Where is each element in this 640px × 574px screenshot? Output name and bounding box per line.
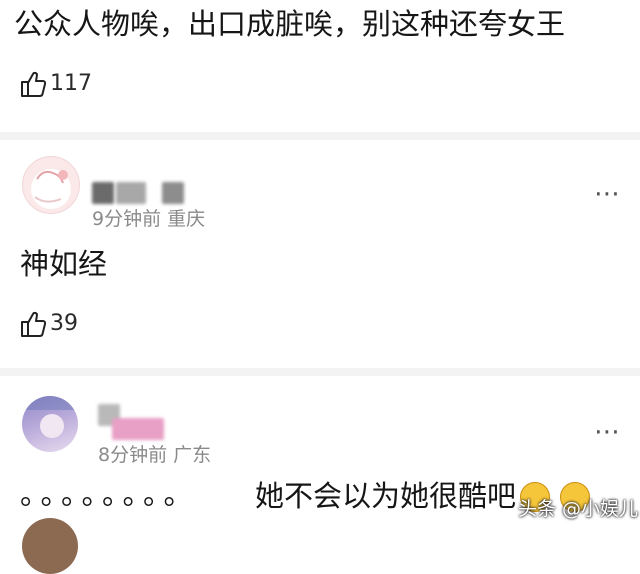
avatar[interactable] xyxy=(22,518,78,574)
username-redacted xyxy=(162,182,184,204)
more-options-icon[interactable]: ⋯ xyxy=(594,181,622,207)
avatar[interactable] xyxy=(22,396,78,452)
watermark: 头条 @小娱儿 xyxy=(518,498,639,520)
username-redacted xyxy=(92,182,114,204)
comment-1-like-count: 117 xyxy=(50,71,92,96)
thumbs-up-icon xyxy=(20,70,46,98)
comment-2-like-count: 39 xyxy=(50,311,78,336)
username-redacted xyxy=(116,182,146,204)
comment-1-text: 公众人物唉，出口成脏唉，别这种还夸女王 xyxy=(14,7,566,41)
username-redacted xyxy=(112,418,164,440)
comment-divider xyxy=(0,368,640,376)
more-options-icon[interactable]: ⋯ xyxy=(594,419,622,445)
comment-2-meta: 9分钟前 重庆 xyxy=(92,208,206,230)
avatar[interactable] xyxy=(22,156,80,214)
thumbs-up-icon xyxy=(20,310,46,338)
comment-3-text: 她不会以为她很酷吧 xyxy=(255,479,517,513)
comment-divider xyxy=(0,132,640,140)
comment-2-like-button[interactable]: 39 xyxy=(20,310,78,338)
comment-1-like-button[interactable]: 117 xyxy=(20,70,92,98)
comment-3-ellipsis: 。。。。。。。。 xyxy=(20,477,199,511)
comment-2-text: 神如经 xyxy=(20,247,108,281)
comment-3-meta: 8分钟前 广东 xyxy=(98,444,212,466)
